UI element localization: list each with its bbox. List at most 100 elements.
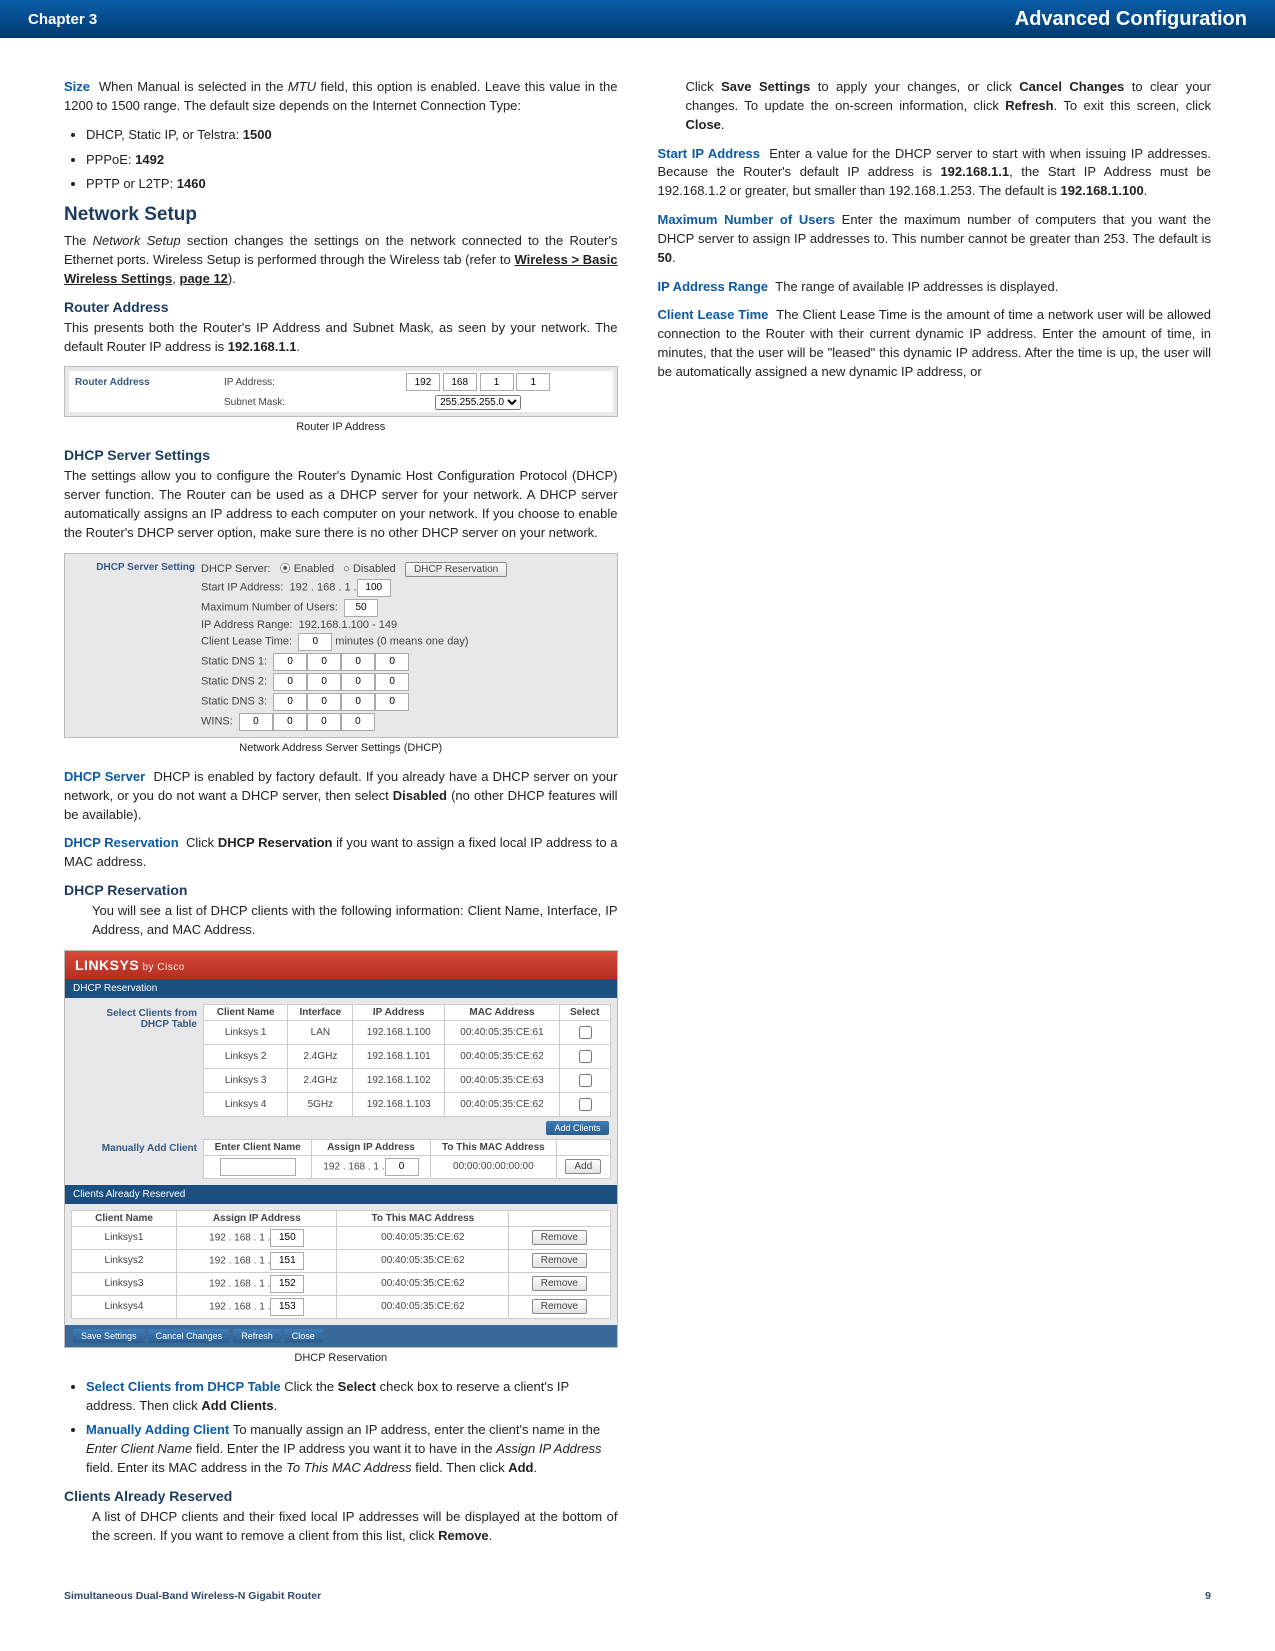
table-manual-add: Enter Client NameAssign IP AddressTo Thi… bbox=[203, 1139, 611, 1179]
dhcp-intro-paragraph: The settings allow you to configure the … bbox=[64, 467, 618, 542]
table-row: Linksys4192 . 168 . 1 .00:40:05:35:CE:62… bbox=[72, 1295, 611, 1318]
footer-page-number: 9 bbox=[1205, 1590, 1211, 1602]
reserved-ip[interactable] bbox=[270, 1298, 304, 1316]
label-ip: IP Address: bbox=[218, 371, 344, 393]
dns2-4[interactable] bbox=[375, 673, 409, 691]
save-cancel-paragraph: Click Save Settings to apply your change… bbox=[686, 78, 1212, 135]
mac-input[interactable]: 00:00:00:00:00:00 bbox=[430, 1155, 557, 1178]
caption-router-ip: Router IP Address bbox=[64, 421, 618, 433]
label-mask: Subnet Mask: bbox=[218, 393, 344, 412]
dns3-1[interactable] bbox=[273, 693, 307, 711]
term-dhcp-reservation: DHCP Reservation bbox=[64, 835, 179, 850]
header-bar: Chapter 3 Advanced Configuration bbox=[0, 0, 1275, 38]
dns3-4[interactable] bbox=[375, 693, 409, 711]
term-max-users: Maximum Number of Users bbox=[658, 212, 836, 227]
client-lease-paragraph: Client Lease Time The Client Lease Time … bbox=[658, 306, 1212, 381]
button-save-settings[interactable]: Save Settings bbox=[73, 1329, 145, 1343]
figure-router-ip: Router Address IP Address: Subnet Mask: … bbox=[64, 366, 618, 417]
dns1-4[interactable] bbox=[375, 653, 409, 671]
select-checkbox[interactable] bbox=[579, 1050, 592, 1063]
panel-title: DHCP Server Setting bbox=[69, 558, 201, 733]
button-remove[interactable]: Remove bbox=[532, 1253, 587, 1268]
ip-octet-3[interactable] bbox=[480, 373, 514, 391]
select-checkbox[interactable] bbox=[579, 1098, 592, 1111]
section-already-reserved-bar: Clients Already Reserved bbox=[65, 1185, 617, 1204]
radio-enabled[interactable]: Enabled bbox=[294, 563, 334, 575]
subnet-mask-select[interactable]: 255.255.255.0 bbox=[435, 395, 521, 410]
ip-range-paragraph: IP Address Range The range of available … bbox=[658, 278, 1212, 297]
ip-octet-2[interactable] bbox=[443, 373, 477, 391]
page-body: Size When Manual is selected in the MTU … bbox=[0, 38, 1275, 1582]
ip-octet-1[interactable] bbox=[406, 373, 440, 391]
reserved-ip[interactable] bbox=[270, 1252, 304, 1270]
dhcp-server-paragraph: DHCP Server DHCP is enabled by factory d… bbox=[64, 768, 618, 825]
dhcp-reservation-paragraph: DHCP Reservation Click DHCP Reservation … bbox=[64, 834, 618, 872]
footer-product: Simultaneous Dual-Band Wireless-N Gigabi… bbox=[64, 1590, 321, 1602]
button-remove[interactable]: Remove bbox=[532, 1276, 587, 1291]
caption-dhcp-settings: Network Address Server Settings (DHCP) bbox=[64, 742, 618, 754]
max-users-paragraph: Maximum Number of Users Enter the maximu… bbox=[658, 211, 1212, 268]
table-row: Linksys 45GHz192.168.1.10300:40:05:35:CE… bbox=[204, 1092, 611, 1116]
client-name-input[interactable] bbox=[220, 1158, 296, 1176]
dns1-2[interactable] bbox=[307, 653, 341, 671]
table-row: Linksys 1LAN192.168.1.10000:40:05:35:CE:… bbox=[204, 1020, 611, 1044]
term-select-clients: Select Clients from DHCP Table bbox=[86, 1379, 281, 1394]
link-page-12[interactable]: page 12 bbox=[180, 271, 228, 286]
reserved-ip[interactable] bbox=[270, 1275, 304, 1293]
reservation-bullets: Select Clients from DHCP Table Click the… bbox=[64, 1378, 618, 1478]
table-reserved: Client NameAssign IP AddressTo This MAC … bbox=[71, 1210, 611, 1319]
max-users[interactable] bbox=[344, 599, 378, 617]
dhcp-reservation-list-paragraph: You will see a list of DHCP clients with… bbox=[92, 902, 618, 940]
already-reserved-paragraph: A list of DHCP clients and their fixed l… bbox=[92, 1508, 618, 1546]
dns2-2[interactable] bbox=[307, 673, 341, 691]
size-paragraph: Size When Manual is selected in the MTU … bbox=[64, 78, 618, 116]
assign-ip-last[interactable] bbox=[385, 1158, 419, 1176]
chapter-label: Chapter 3 bbox=[28, 11, 97, 28]
ip-octet-4[interactable] bbox=[516, 373, 550, 391]
table-row: Linksys 32.4GHz192.168.1.10200:40:05:35:… bbox=[204, 1068, 611, 1092]
start-ip-last-octet[interactable] bbox=[357, 579, 391, 597]
term-ip-range: IP Address Range bbox=[658, 279, 769, 294]
button-add-clients[interactable]: Add Clients bbox=[546, 1121, 608, 1135]
wins-4[interactable] bbox=[341, 713, 375, 731]
table-row: Linksys3192 . 168 . 1 .00:40:05:35:CE:62… bbox=[72, 1272, 611, 1295]
section-manual-add: Manually Add Client bbox=[71, 1139, 203, 1179]
heading-clients-already-reserved: Clients Already Reserved bbox=[64, 1488, 618, 1504]
term-client-lease: Client Lease Time bbox=[658, 307, 769, 322]
radio-disabled[interactable]: Disabled bbox=[353, 563, 396, 575]
dns3-3[interactable] bbox=[341, 693, 375, 711]
button-close[interactable]: Close bbox=[284, 1329, 323, 1343]
button-refresh[interactable]: Refresh bbox=[233, 1329, 281, 1343]
list-item: Select Clients from DHCP Table Click the… bbox=[86, 1378, 618, 1416]
heading-network-setup: Network Setup bbox=[64, 204, 618, 226]
page-header-title: Advanced Configuration bbox=[1015, 8, 1247, 31]
term-manual-add: Manually Adding Client bbox=[86, 1422, 229, 1437]
wins-3[interactable] bbox=[307, 713, 341, 731]
dns3-2[interactable] bbox=[307, 693, 341, 711]
wins-1[interactable] bbox=[239, 713, 273, 731]
page-footer: Simultaneous Dual-Band Wireless-N Gigabi… bbox=[0, 1582, 1275, 1620]
heading-dhcp-reservation: DHCP Reservation bbox=[64, 882, 618, 898]
button-remove[interactable]: Remove bbox=[532, 1299, 587, 1314]
table-row: Linksys 22.4GHz192.168.1.10100:40:05:35:… bbox=[204, 1044, 611, 1068]
network-setup-paragraph: The Network Setup section changes the se… bbox=[64, 232, 618, 289]
lease-time[interactable] bbox=[298, 633, 332, 651]
dns1-1[interactable] bbox=[273, 653, 307, 671]
term-start-ip: Start IP Address bbox=[658, 146, 760, 161]
table-row: Linksys1192 . 168 . 1 .00:40:05:35:CE:62… bbox=[72, 1226, 611, 1249]
select-checkbox[interactable] bbox=[579, 1074, 592, 1087]
button-dhcp-reservation[interactable]: DHCP Reservation bbox=[405, 562, 507, 577]
wins-2[interactable] bbox=[273, 713, 307, 731]
dns2-1[interactable] bbox=[273, 673, 307, 691]
button-remove[interactable]: Remove bbox=[532, 1230, 587, 1245]
figure-dhcp-reservation: LINKSYS by Cisco DHCP Reservation Select… bbox=[64, 950, 618, 1348]
start-ip-paragraph: Start IP Address Enter a value for the D… bbox=[658, 145, 1212, 202]
button-add[interactable]: Add bbox=[565, 1159, 601, 1174]
reserved-ip[interactable] bbox=[270, 1229, 304, 1247]
dns1-3[interactable] bbox=[341, 653, 375, 671]
dns2-3[interactable] bbox=[341, 673, 375, 691]
section-select-clients: Select Clients from DHCP Table bbox=[71, 1004, 203, 1117]
panel-title: Router Address bbox=[69, 371, 218, 393]
button-cancel-changes[interactable]: Cancel Changes bbox=[148, 1329, 231, 1343]
select-checkbox[interactable] bbox=[579, 1026, 592, 1039]
